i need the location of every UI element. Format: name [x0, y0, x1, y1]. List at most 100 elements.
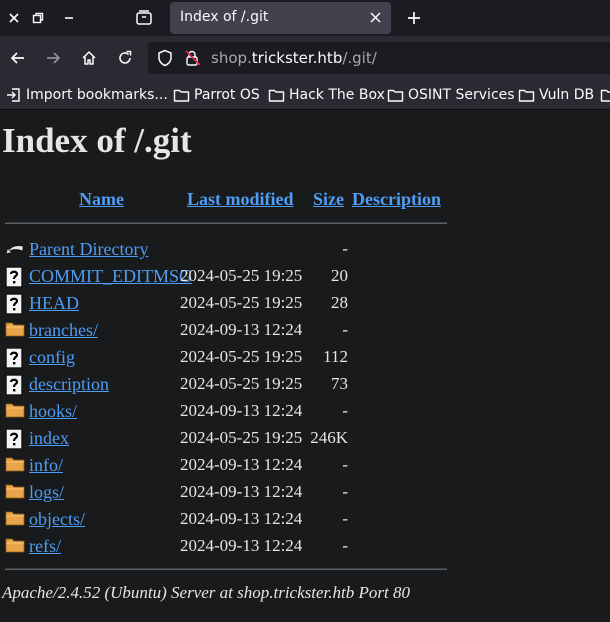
folder-icon	[5, 536, 25, 558]
page-title: Index of /.git	[2, 121, 192, 160]
navigation-bar: shop.trickster.htb/.git/	[0, 36, 610, 80]
tab-strip: Index of /.git	[0, 0, 610, 36]
entry-link[interactable]: Parent Directory	[29, 239, 148, 260]
entry-link[interactable]: info/	[29, 455, 63, 476]
url-host: trickster.htb	[251, 49, 343, 67]
entry-date: 2024-05-25 19:25	[180, 347, 303, 366]
folder-icon	[5, 509, 25, 531]
url-bar[interactable]: shop.trickster.htb/.git/	[148, 42, 610, 74]
table-row: objects/2024-09-13 12:24 -	[0, 507, 610, 533]
entry-date: 2024-09-13 12:24	[180, 320, 303, 339]
folder-icon	[600, 89, 610, 102]
import-icon	[7, 88, 20, 102]
entry-size: 73	[331, 374, 348, 393]
entry-size: -	[342, 509, 348, 528]
footer-divider	[5, 568, 447, 570]
bookmark-label: Vuln DB	[539, 87, 595, 103]
tab-close-icon[interactable]	[365, 7, 385, 27]
column-header-last-modified[interactable]: Last modified	[187, 189, 294, 210]
table-row: hooks/2024-09-13 12:24 -	[0, 399, 610, 425]
folder-icon	[5, 482, 25, 504]
entry-date: 2024-09-13 12:24	[180, 455, 303, 474]
entry-link[interactable]: objects/	[29, 509, 85, 530]
table-row: branches/2024-09-13 12:24 -	[0, 318, 610, 344]
folder-icon	[5, 401, 25, 423]
reload-button[interactable]	[111, 44, 139, 72]
entry-link[interactable]: HEAD	[29, 293, 79, 314]
url-path: /.git/	[342, 49, 377, 67]
forward-button[interactable]	[39, 44, 67, 72]
bookmark-label: Parrot OS	[194, 87, 260, 103]
back-button[interactable]	[4, 44, 32, 72]
entry-size: -	[342, 239, 348, 258]
entry-date: 2024-05-25 19:25	[180, 374, 303, 393]
entry-size: 112	[323, 347, 348, 366]
file-icon	[5, 428, 25, 450]
reload-icon	[119, 50, 132, 64]
home-button[interactable]	[75, 44, 103, 72]
entry-link[interactable]: COMMIT_EDITMSG	[29, 266, 192, 287]
folder-icon	[5, 455, 25, 477]
url-text[interactable]: shop.trickster.htb/.git/	[211, 49, 377, 67]
table-row: COMMIT_EDITMSG 2024-05-25 19:25 20	[0, 264, 610, 290]
active-tab[interactable]: Index of /.git	[170, 2, 391, 34]
table-row: logs/2024-09-13 12:24 -	[0, 480, 610, 506]
file-icon	[5, 266, 25, 288]
folder-icon	[268, 89, 285, 102]
arrow-left-icon	[10, 52, 24, 64]
bookmark-import[interactable]: Import bookmarks...	[6, 85, 168, 105]
entry-date: 2024-05-25 19:25	[180, 428, 303, 447]
folder-icon	[387, 89, 404, 102]
column-header-description[interactable]: Description	[352, 189, 441, 210]
window-restore-icon[interactable]	[24, 4, 52, 32]
entry-link[interactable]: branches/	[29, 320, 98, 341]
insecure-lock-icon[interactable]	[183, 48, 203, 68]
entry-link[interactable]: config	[29, 347, 75, 368]
bookmark-label: OSINT Services	[408, 87, 515, 103]
header-divider	[5, 222, 447, 224]
bookmark-folder-hack-the-box[interactable]: Hack The Box	[268, 85, 385, 105]
arrow-right-icon	[47, 52, 61, 64]
column-header-size[interactable]: Size	[313, 189, 344, 210]
entry-size: -	[342, 536, 348, 555]
entry-date: 2024-05-25 19:25	[180, 293, 303, 312]
file-icon	[5, 374, 25, 396]
table-row: refs/2024-09-13 12:24 -	[0, 534, 610, 560]
tab-title: Index of /.git	[180, 9, 269, 25]
new-tab-icon[interactable]	[400, 4, 428, 32]
bookmark-folder-osint-services[interactable]: OSINT Services	[387, 85, 515, 105]
entry-size: 246K	[310, 428, 348, 447]
entry-link[interactable]: description	[29, 374, 109, 395]
url-prefix: shop.	[211, 49, 252, 67]
page-content: Index of /.git Name Last modified Size D…	[0, 111, 610, 622]
entry-link[interactable]: index	[29, 428, 69, 449]
bookmark-label: Hack The Box	[289, 87, 385, 103]
bookmark-label: Import bookmarks...	[26, 87, 168, 103]
tab-overview-icon[interactable]	[130, 4, 158, 32]
entry-link[interactable]: logs/	[29, 482, 64, 503]
entry-link[interactable]: hooks/	[29, 401, 77, 422]
server-signature: Apache/2.4.52 (Ubuntu) Server at shop.tr…	[2, 583, 410, 602]
entry-date: 2024-09-13 12:24	[180, 536, 303, 555]
bookmark-folder-parrot-os[interactable]: Parrot OS	[173, 85, 260, 105]
bookmarks-bar: Import bookmarks... Parrot OS Hack The B…	[0, 80, 610, 110]
folder-icon	[5, 320, 25, 342]
table-row: Parent Directory -	[0, 237, 610, 263]
shield-icon[interactable]	[155, 48, 175, 68]
table-row: config 2024-05-25 19:25 112	[0, 345, 610, 371]
table-row: index 2024-05-25 19:25 246K	[0, 426, 610, 452]
entry-link[interactable]: refs/	[29, 536, 61, 557]
table-row: HEAD 2024-05-25 19:25 28	[0, 291, 610, 317]
column-header-name[interactable]: Name	[79, 189, 124, 210]
window-minimize-icon[interactable]	[55, 4, 83, 32]
folder-icon	[518, 89, 535, 102]
entry-size: 20	[331, 266, 348, 285]
bookmark-folder-vuln-db[interactable]: Vuln DB	[518, 85, 594, 105]
folder-icon	[173, 89, 190, 102]
bookmark-folder-overflow[interactable]	[600, 85, 610, 105]
entry-date: 2024-05-25 19:25	[180, 266, 303, 285]
entry-size: 28	[331, 293, 348, 312]
table-row: info/2024-09-13 12:24 -	[0, 453, 610, 479]
file-icon	[5, 293, 25, 315]
entry-size: -	[342, 320, 348, 339]
